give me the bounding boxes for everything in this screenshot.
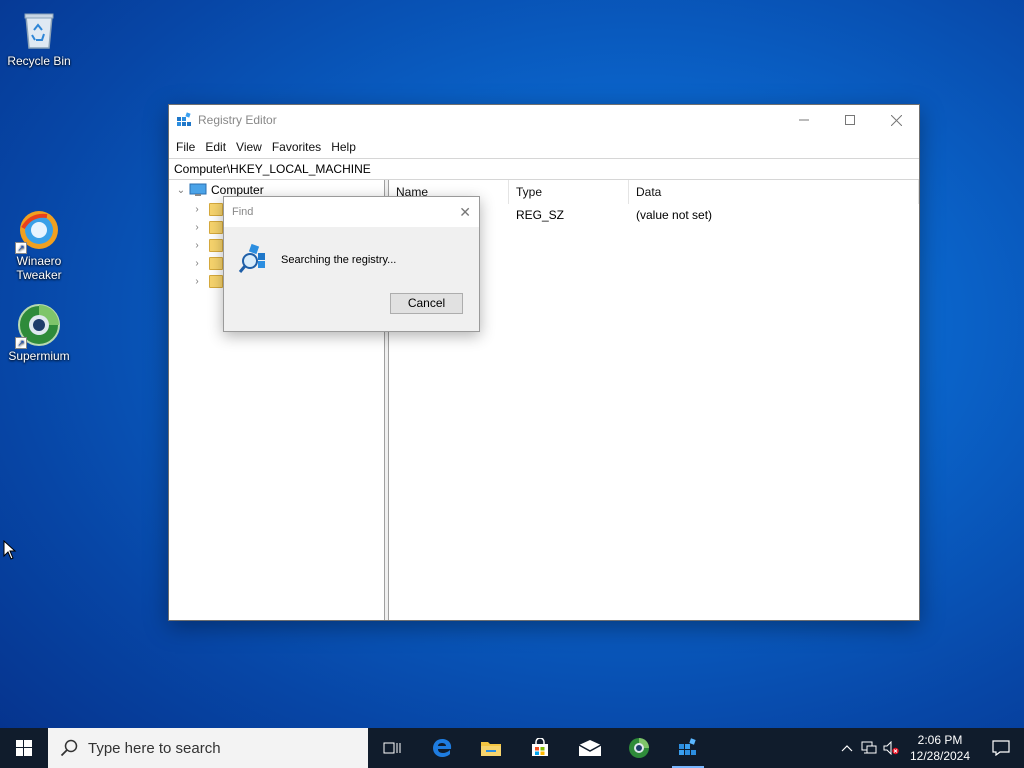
- search-placeholder: Type here to search: [88, 739, 221, 757]
- close-icon[interactable]: ✕: [459, 204, 471, 221]
- desktop-icon-label: Recycle Bin: [7, 54, 71, 68]
- address-bar[interactable]: Computer\HKEY_LOCAL_MACHINE: [169, 158, 919, 180]
- supermium-icon: [629, 738, 649, 758]
- edge-button[interactable]: [418, 728, 466, 768]
- desktop-icon-winaero-tweaker[interactable]: ↗ Winaero Tweaker: [1, 208, 77, 282]
- dialog-title: Find: [232, 206, 254, 218]
- folder-icon: [209, 274, 223, 288]
- clock-time: 2:06 PM: [917, 733, 963, 747]
- minimize-button[interactable]: [781, 105, 827, 135]
- windows-logo-icon: [16, 740, 32, 756]
- chevron-right-icon[interactable]: ›: [191, 258, 203, 269]
- desktop-icon-label: Supermium: [8, 349, 70, 363]
- tree-item-hive-selected[interactable]: ›: [191, 236, 223, 254]
- row-data: (value not set): [636, 208, 713, 222]
- edge-icon: [433, 739, 452, 757]
- menu-view[interactable]: View: [231, 140, 267, 154]
- title-bar[interactable]: Registry Editor: [169, 105, 919, 135]
- system-tray: 2:06 PM 12/28/2024: [836, 728, 1024, 768]
- network-icon[interactable]: [858, 728, 880, 768]
- folder-icon: [209, 256, 223, 270]
- shortcut-arrow-icon: ↗: [15, 337, 27, 349]
- recycle-bin-icon: [17, 8, 61, 52]
- desktop-icon-supermium[interactable]: ↗ Supermium: [1, 303, 77, 363]
- registry-editor-icon: [679, 738, 696, 755]
- desktop-icon-recycle-bin[interactable]: Recycle Bin: [1, 8, 77, 68]
- chevron-up-icon[interactable]: [836, 728, 858, 768]
- registry-editor-taskbar-button[interactable]: [664, 728, 712, 768]
- mouse-cursor-icon: [3, 540, 17, 560]
- menu-favorites[interactable]: Favorites: [267, 140, 326, 154]
- find-dialog[interactable]: Find ✕ Searching the registry... Cancel: [223, 196, 480, 332]
- shortcut-arrow-icon: ↗: [15, 242, 27, 254]
- volume-muted-icon[interactable]: [880, 728, 902, 768]
- supermium-icon: ↗: [15, 303, 61, 349]
- menu-bar: File Edit View Favorites Help: [169, 135, 919, 158]
- mail-button[interactable]: [566, 728, 614, 768]
- tree-item-hive[interactable]: ›: [191, 218, 223, 236]
- winaero-tweaker-icon: ↗: [15, 208, 61, 254]
- chevron-right-icon[interactable]: ›: [191, 222, 203, 233]
- notification-icon: [992, 740, 1010, 756]
- task-view-icon: [383, 742, 401, 754]
- registry-editor-window[interactable]: Registry Editor File Edit View Favorites…: [168, 104, 920, 621]
- start-button[interactable]: [0, 728, 48, 768]
- registry-editor-icon: [177, 112, 191, 126]
- file-explorer-button[interactable]: [467, 728, 515, 768]
- maximize-button[interactable]: [827, 105, 873, 135]
- close-button[interactable]: [873, 105, 919, 135]
- chevron-down-icon[interactable]: ⌄: [175, 185, 187, 196]
- taskbar: Type here to search 2:06 PM 12/28/2024: [0, 728, 1024, 768]
- cancel-button[interactable]: Cancel: [390, 293, 463, 314]
- dialog-title-bar[interactable]: Find: [224, 197, 479, 227]
- folder-icon: [209, 238, 223, 252]
- notification-center-button[interactable]: [978, 728, 1024, 768]
- store-icon: [532, 738, 548, 756]
- tree-item-hive[interactable]: ›: [191, 254, 223, 272]
- store-button[interactable]: [516, 728, 564, 768]
- menu-file[interactable]: File: [171, 140, 200, 154]
- chevron-right-icon[interactable]: ›: [191, 204, 203, 215]
- search-box[interactable]: Type here to search: [48, 728, 368, 768]
- chevron-right-icon[interactable]: ›: [191, 276, 203, 287]
- tree-item-label: Computer: [211, 183, 264, 197]
- search-icon: [60, 739, 78, 757]
- clock[interactable]: 2:06 PM 12/28/2024: [902, 732, 978, 764]
- task-view-button[interactable]: [368, 728, 416, 768]
- desktop-icon-label: Winaero Tweaker: [16, 254, 62, 282]
- supermium-taskbar-button[interactable]: [615, 728, 663, 768]
- computer-icon: [189, 183, 207, 196]
- tree-item-hive[interactable]: ›: [191, 272, 223, 290]
- clock-date: 12/28/2024: [909, 749, 971, 763]
- mail-icon: [578, 740, 602, 756]
- dialog-message: Searching the registry...: [281, 254, 397, 266]
- file-explorer-icon: [481, 742, 501, 756]
- search-registry-icon: [238, 243, 265, 273]
- tree-item-hive[interactable]: ›: [191, 200, 223, 218]
- menu-help[interactable]: Help: [326, 140, 361, 154]
- chevron-right-icon[interactable]: ›: [191, 240, 203, 251]
- window-title: Registry Editor: [198, 113, 277, 127]
- folder-icon: [209, 220, 223, 234]
- folder-icon: [209, 202, 223, 216]
- menu-edit[interactable]: Edit: [200, 140, 231, 154]
- column-header-data[interactable]: Data: [629, 180, 919, 204]
- row-type: REG_SZ: [516, 208, 565, 222]
- column-header-type[interactable]: Type: [509, 180, 629, 204]
